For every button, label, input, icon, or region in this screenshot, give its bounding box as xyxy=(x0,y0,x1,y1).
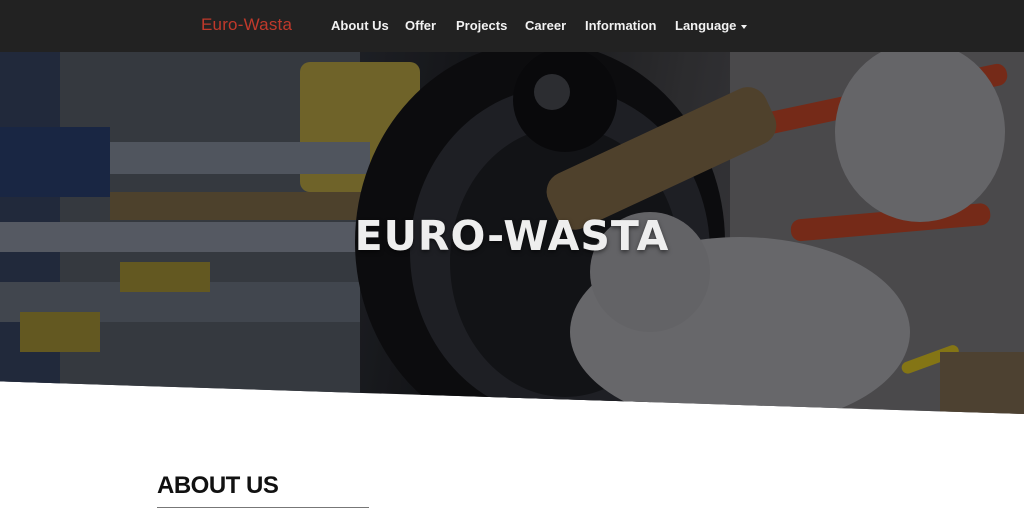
hero-title: EURO-WASTA xyxy=(354,212,670,260)
about-us-underline xyxy=(157,507,369,508)
nav-language-dropdown[interactable]: Language xyxy=(675,18,748,33)
nav-language-label: Language xyxy=(675,18,737,33)
about-us-heading: ABOUT US xyxy=(157,472,279,499)
caret-down-icon xyxy=(741,24,748,29)
nav-projects[interactable]: Projects xyxy=(456,18,507,33)
nav-about-us[interactable]: About Us xyxy=(331,18,389,33)
nav-offer[interactable]: Offer xyxy=(405,18,436,33)
top-navbar: Euro-Wasta About Us Offer Projects Caree… xyxy=(0,0,1024,52)
nav-career[interactable]: Career xyxy=(525,18,566,33)
nav-information[interactable]: Information xyxy=(585,18,657,33)
hero-banner: EURO-WASTA xyxy=(0,52,1024,414)
brand-logo-link[interactable]: Euro-Wasta xyxy=(201,15,292,35)
